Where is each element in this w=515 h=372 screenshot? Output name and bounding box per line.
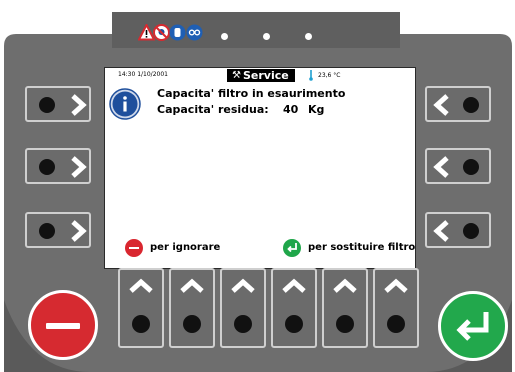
bottom-softkey-2[interactable] [169,268,215,348]
confirm-button[interactable] [438,291,508,361]
chevron-up-icon [384,278,408,293]
bottom-softkey-6[interactable] [373,268,419,348]
button-led [336,315,354,333]
left-softkey-2[interactable] [25,148,91,184]
residual-capacity-value: 40 [283,103,299,116]
right-softkey-1[interactable] [425,86,491,122]
ignore-hint: per ignorare [150,242,221,253]
enter-icon [456,312,489,341]
replace-filter-hint: per sostituire filtro [308,242,416,253]
service-label: Service [243,69,289,82]
wrench-icon: ⚒ [232,70,241,81]
minus-icon [125,239,143,257]
button-led [463,97,479,113]
goggles-icon [186,24,203,41]
status-led-1 [221,33,228,40]
thermometer-icon [309,70,313,81]
button-led [463,159,479,175]
button-led [132,315,150,333]
chevron-up-icon [231,278,255,293]
info-icon [109,88,141,120]
lcd-screen: 14:30 1/10/2001 ⚒ Service 23,6 °C Capaci… [104,67,416,269]
button-led [39,97,55,113]
residual-capacity-label: Capacita' residua: [157,103,269,116]
bottom-softkey-3[interactable] [220,268,266,348]
bottom-softkey-5[interactable] [322,268,368,348]
bottom-softkey-4[interactable] [271,268,317,348]
chevron-right-icon [71,94,87,116]
button-led [183,315,201,333]
service-tab: ⚒ Service [227,69,295,82]
bottom-softkey-1[interactable] [118,268,164,348]
button-led [285,315,303,333]
status-led-2 [263,33,270,40]
message-title: Capacita' filtro in esaurimento [157,87,346,100]
right-softkey-3[interactable] [425,212,491,248]
temperature-readout: 23,6 °C [318,72,341,79]
button-led [39,159,55,175]
datetime: 14:30 1/10/2001 [118,71,168,78]
chevron-up-icon [129,278,153,293]
chevron-left-icon [433,156,449,178]
message-detail: Capacita' residua: 40 Kg [157,103,324,116]
button-led [234,315,252,333]
left-softkey-1[interactable] [25,86,91,122]
right-softkey-2[interactable] [425,148,491,184]
chevron-left-icon [433,220,449,242]
chevron-up-icon [282,278,306,293]
chevron-up-icon [333,278,357,293]
button-led [39,223,55,239]
enter-icon [283,239,301,257]
button-led [463,223,479,239]
status-bar: 14:30 1/10/2001 ⚒ Service 23,6 °C [105,68,415,82]
chevron-right-icon [71,220,87,242]
residual-capacity-unit: Kg [308,103,325,116]
no-entry-icon [153,24,170,41]
gloves-icon [169,24,186,41]
left-softkey-3[interactable] [25,212,91,248]
status-led-3 [305,33,312,40]
chevron-left-icon [433,94,449,116]
button-led [387,315,405,333]
chevron-right-icon [71,156,87,178]
cancel-button[interactable] [28,290,98,360]
chevron-up-icon [180,278,204,293]
